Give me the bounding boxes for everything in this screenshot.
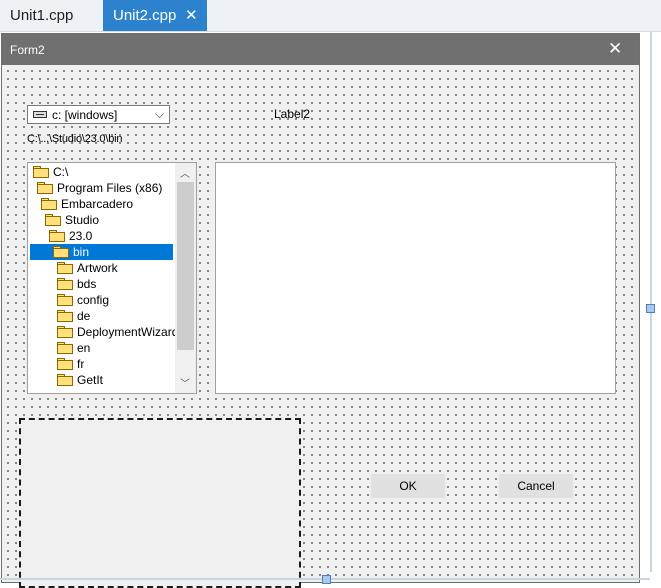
folder-icon [57,278,73,290]
open-folder-icon [33,166,49,178]
open-folder-icon [45,214,61,226]
vertical-scroll-handle[interactable] [646,304,655,313]
directory-list-box[interactable]: C:\ Program Files (x86) Embarcadero Studio 2… [27,162,197,394]
folder-icon [57,374,73,386]
tab-unit1-label: Unit1.cpp [10,7,74,24]
directory-item-label: Studio [65,213,100,227]
directory-item[interactable]: en [30,340,173,356]
ok-button[interactable]: OK [371,474,445,498]
directory-item[interactable]: fr [30,356,173,372]
folder-icon [57,326,73,338]
form-designer: Form2 ✕ c: [windows] ⌵ Label2 C:\...\Stu… [0,32,661,588]
directory-scrollbar[interactable]: ︿ ﹀ [175,163,196,393]
open-folder-icon [53,246,69,258]
drive-combo-box[interactable]: c: [windows] ⌵ [27,105,170,124]
tab-unit2-label: Unit2.cpp [113,7,177,24]
open-folder-icon [41,198,57,210]
tab-unit2[interactable]: Unit2.cpp ✕ [103,0,207,31]
directory-item[interactable]: config [30,292,173,308]
directory-item-label: GetIt [77,373,104,387]
directory-item-label: Program Files (x86) [57,181,163,195]
directory-item[interactable]: 23.0 [30,228,173,244]
chevron-down-icon[interactable]: ⌵ [155,107,164,122]
image-placeholder[interactable] [19,418,301,588]
folder-icon [57,310,73,322]
scroll-thumb[interactable] [177,182,194,350]
directory-item[interactable]: DeploymentWizard [30,324,178,340]
directory-item[interactable]: Artwork [30,260,173,276]
scroll-up-icon[interactable]: ︿ [180,165,190,180]
form-window[interactable]: Form2 ✕ c: [windows] ⌵ Label2 C:\...\Stu… [1,33,640,588]
folder-icon [57,294,73,306]
cancel-button[interactable]: Cancel [499,474,573,498]
folder-icon [57,262,73,274]
drive-combo-value: c: [windows] [52,108,118,122]
directory-path-label: C:\...\Studio\23.0\bin [27,133,123,145]
drive-icon [33,111,47,118]
directory-item-label: config [77,293,110,307]
form-client-area: c: [windows] ⌵ Label2 C:\...\Studio\23.0… [2,65,639,588]
directory-item[interactable]: bds [30,276,173,292]
scroll-down-icon[interactable]: ﹀ [180,375,190,390]
directory-item-label: de [77,309,91,323]
folder-icon [57,358,73,370]
directory-item[interactable]: C:\ [30,164,173,180]
close-icon[interactable]: ✕ [608,39,622,59]
directory-item[interactable]: de [30,308,173,324]
directory-item-label: bin [73,245,90,259]
close-tab-icon[interactable]: ✕ [185,0,198,31]
open-folder-icon [49,230,65,242]
directory-item-label: 23.0 [69,229,93,243]
editor-tab-bar: Unit1.cpp Unit2.cpp ✕ [0,0,661,32]
form-title: Form2 [10,43,45,57]
file-list-box[interactable] [215,162,616,394]
folder-icon [57,342,73,354]
directory-item-label: bds [77,277,97,291]
directory-item-label: C:\ [53,165,69,179]
directory-item[interactable]: Embarcadero [30,196,173,212]
form-title-bar[interactable]: Form2 ✕ [2,34,639,65]
label2: Label2 [274,107,311,121]
designer-vertical-scrollbar[interactable] [650,32,652,572]
directory-item[interactable]: GetIt [30,372,173,388]
directory-item[interactable]: bin [30,244,173,260]
directory-item-label: Embarcadero [61,197,134,211]
directory-item-label: en [77,341,91,355]
directory-item-label: DeploymentWizard [77,325,179,339]
directory-item-label: Artwork [77,261,118,275]
directory-item[interactable]: Studio [30,212,173,228]
tab-unit1[interactable]: Unit1.cpp [0,0,100,31]
directory-item[interactable]: Program Files (x86) [30,180,173,196]
horizontal-scroll-handle[interactable] [322,575,331,584]
open-folder-icon [37,182,53,194]
directory-item-label: fr [77,357,85,371]
